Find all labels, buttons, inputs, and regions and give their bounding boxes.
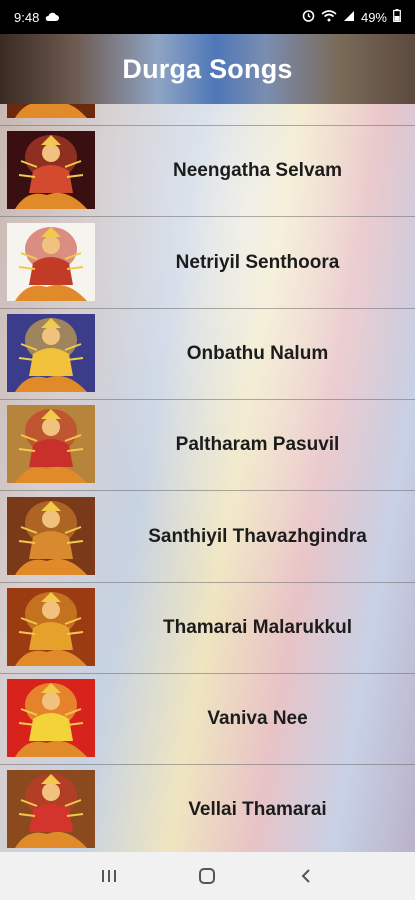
- battery-icon: [393, 9, 401, 25]
- wifi-icon: [321, 9, 337, 25]
- song-list-item[interactable]: Vellai Thamarai: [0, 765, 415, 852]
- durga-thumbnail-image: [7, 222, 95, 301]
- durga-thumbnail-image: [7, 104, 95, 118]
- song-title: Onbathu Nalum: [186, 342, 329, 364]
- song-list-item[interactable]: Paltharam Pasuvil: [0, 400, 415, 492]
- system-nav-bar: [0, 852, 415, 900]
- song-title: Neengatha Selvam: [173, 160, 342, 182]
- durga-thumbnail-image: [7, 770, 95, 849]
- song-title: Santhiyil Thavazhgindra: [148, 525, 367, 547]
- song-title: Netriyil Senthoora: [175, 251, 340, 273]
- song-list-item[interactable]: Santhiyil Thavazhgindra: [0, 492, 415, 583]
- app-header: Durga Songs: [0, 34, 415, 104]
- page-title: Durga Songs: [122, 53, 293, 84]
- home-icon[interactable]: [187, 856, 227, 896]
- song-list-item[interactable]: Vaniva Nee: [0, 674, 415, 766]
- durga-thumbnail-image: [7, 313, 95, 392]
- song-list-item[interactable]: Onbathu Nalum: [0, 309, 415, 400]
- durga-thumbnail-image: [7, 679, 95, 758]
- status-bar: 9:48 49%: [0, 0, 415, 34]
- signal-icon: [343, 10, 355, 25]
- song-title: Vellai Thamarai: [188, 799, 327, 821]
- alarm-icon: [302, 9, 315, 25]
- song-title: Thamarai Malarukkul: [162, 616, 353, 638]
- song-list-item[interactable]: Thamarai Malarukkul: [0, 583, 415, 674]
- song-list-item[interactable]: [0, 104, 415, 126]
- status-time: 9:48: [14, 9, 40, 25]
- song-list[interactable]: Neengatha Selvam Netriyil Senthoora Onbath…: [0, 104, 415, 852]
- song-list-item[interactable]: Neengatha Selvam: [0, 126, 415, 218]
- song-list-item[interactable]: Netriyil Senthoora: [0, 218, 415, 309]
- battery-text: 49%: [360, 9, 387, 25]
- recent-apps-icon[interactable]: [89, 856, 129, 896]
- durga-thumbnail-image: [7, 587, 95, 666]
- durga-thumbnail-image: [7, 405, 95, 484]
- song-title: Vaniva Nee: [207, 708, 308, 730]
- durga-thumbnail-image: [7, 496, 95, 575]
- durga-thumbnail-image: [7, 131, 95, 210]
- back-icon[interactable]: [286, 856, 326, 896]
- cloud-icon: [45, 10, 60, 25]
- song-title: Paltharam Pasuvil: [175, 434, 340, 456]
